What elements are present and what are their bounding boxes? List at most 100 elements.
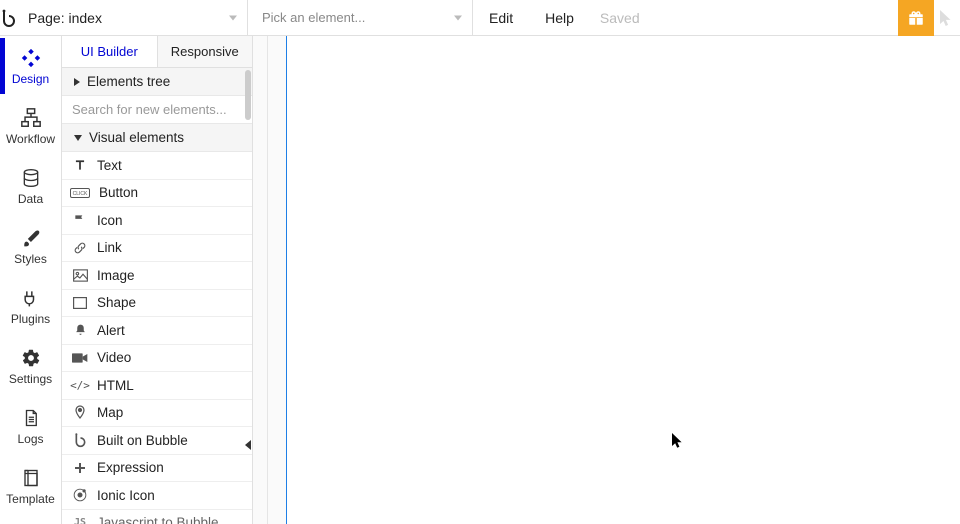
caret-down-icon <box>454 15 462 20</box>
palette-item-html[interactable]: </> HTML <box>62 372 252 400</box>
scrollbar-thumb[interactable] <box>245 70 251 120</box>
palette-body: Elements tree Visual elements Text CLICK… <box>62 68 252 524</box>
palette-item-video[interactable]: Video <box>62 345 252 373</box>
palette-item-button[interactable]: CLICK Button <box>62 180 252 208</box>
elements-tree-header[interactable]: Elements tree <box>62 68 252 96</box>
palette-item-icon[interactable]: Icon <box>62 207 252 235</box>
palette-item-label: Button <box>99 185 138 200</box>
design-icon <box>20 47 42 69</box>
link-icon <box>72 240 88 256</box>
arrow-tool[interactable] <box>934 0 960 35</box>
js-icon: JS <box>72 515 88 524</box>
shape-icon <box>72 295 88 311</box>
topbar: Page: index Pick an element... Edit Help… <box>0 0 960 36</box>
canvas-page[interactable] <box>287 36 960 524</box>
palette-item-label: Javascript to Bubble <box>97 515 219 524</box>
plus-icon <box>72 460 88 476</box>
bubble-icon <box>72 432 88 448</box>
tab-ui-builder[interactable]: UI Builder <box>62 36 158 67</box>
palette-item-label: Shape <box>97 295 136 310</box>
sidebar-item-styles[interactable]: Styles <box>0 216 61 276</box>
mouse-cursor <box>671 432 685 450</box>
sidebar-label: Data <box>18 192 43 206</box>
elements-palette: UI Builder Responsive Elements tree Visu… <box>62 36 253 524</box>
spacer <box>650 0 898 35</box>
template-icon <box>20 467 42 489</box>
alert-icon <box>72 322 88 338</box>
page-selector[interactable]: Page: index <box>18 0 248 35</box>
sidebar-item-design[interactable]: Design <box>0 36 61 96</box>
sidebar-label: Template <box>6 492 55 506</box>
logs-icon <box>20 407 42 429</box>
palette-item-label: Video <box>97 350 131 365</box>
sidebar-label: Settings <box>9 372 52 386</box>
workflow-icon <box>20 107 42 129</box>
sidebar-item-workflow[interactable]: Workflow <box>0 96 61 156</box>
sidebar-item-plugins[interactable]: Plugins <box>0 276 61 336</box>
html-icon: </> <box>72 377 88 393</box>
element-picker-label: Pick an element... <box>262 10 365 25</box>
gift-button[interactable] <box>898 0 934 36</box>
palette-item-javascript-to-bubble[interactable]: JS Javascript to Bubble <box>62 510 252 524</box>
palette-item-label: Expression <box>97 460 164 475</box>
visual-elements-header[interactable]: Visual elements <box>62 124 252 152</box>
palette-item-label: Ionic Icon <box>97 488 155 503</box>
data-icon <box>20 167 42 189</box>
help-button[interactable]: Help <box>529 0 590 35</box>
styles-icon <box>20 227 42 249</box>
canvas-ruler-line <box>267 36 268 524</box>
chevron-down-icon <box>74 135 82 141</box>
button-icon: CLICK <box>70 185 90 201</box>
palette-scrollbar[interactable] <box>244 68 252 524</box>
palette-item-label: Text <box>97 158 122 173</box>
settings-icon <box>20 347 42 369</box>
sidebar-label: Plugins <box>11 312 50 326</box>
palette-item-link[interactable]: Link <box>62 235 252 263</box>
elements-tree-label: Elements tree <box>87 74 170 89</box>
text-icon <box>72 157 88 173</box>
save-status: Saved <box>590 0 650 35</box>
palette-search-input[interactable] <box>72 102 242 117</box>
palette-item-expression[interactable]: Expression <box>62 455 252 483</box>
sidebar-label: Workflow <box>6 132 55 146</box>
sidebar-label: Design <box>12 72 49 86</box>
palette-item-label: Image <box>97 268 135 283</box>
sidebar-item-template[interactable]: Template <box>0 456 61 516</box>
palette-item-label: Built on Bubble <box>97 433 188 448</box>
sidebar-label: Styles <box>14 252 47 266</box>
palette-item-image[interactable]: Image <box>62 262 252 290</box>
arrow-icon <box>939 9 955 27</box>
chevron-right-icon <box>74 78 80 86</box>
palette-item-label: Map <box>97 405 123 420</box>
page-selector-label: Page: index <box>28 10 102 26</box>
element-picker[interactable]: Pick an element... <box>248 0 473 35</box>
palette-item-shape[interactable]: Shape <box>62 290 252 318</box>
palette-item-built-on-bubble[interactable]: Built on Bubble <box>62 427 252 455</box>
visual-elements-label: Visual elements <box>89 130 184 145</box>
palette-item-label: Link <box>97 240 122 255</box>
image-icon <box>72 267 88 283</box>
sidebar-item-settings[interactable]: Settings <box>0 336 61 396</box>
svg-text:CLICK: CLICK <box>73 191 88 197</box>
palette-item-label: HTML <box>97 378 134 393</box>
palette-item-text[interactable]: Text <box>62 152 252 180</box>
bubble-logo <box>0 0 18 35</box>
sidebar-label: Logs <box>17 432 43 446</box>
canvas-area[interactable] <box>253 36 960 524</box>
map-icon <box>72 405 88 421</box>
left-sidebar: Design Workflow Data Styles Plugins Sett… <box>0 36 62 524</box>
edit-button[interactable]: Edit <box>473 0 529 35</box>
palette-item-ionic-icon[interactable]: Ionic Icon <box>62 482 252 510</box>
palette-tabs: UI Builder Responsive <box>62 36 252 68</box>
flag-icon <box>72 212 88 228</box>
palette-item-map[interactable]: Map <box>62 400 252 428</box>
sidebar-item-logs[interactable]: Logs <box>0 396 61 456</box>
palette-item-label: Icon <box>97 213 123 228</box>
ionic-icon <box>72 487 88 503</box>
palette-item-alert[interactable]: Alert <box>62 317 252 345</box>
tab-responsive[interactable]: Responsive <box>158 36 253 67</box>
collapse-palette-arrow[interactable] <box>245 440 251 450</box>
gift-icon <box>907 9 925 27</box>
caret-down-icon <box>229 15 237 20</box>
sidebar-item-data[interactable]: Data <box>0 156 61 216</box>
